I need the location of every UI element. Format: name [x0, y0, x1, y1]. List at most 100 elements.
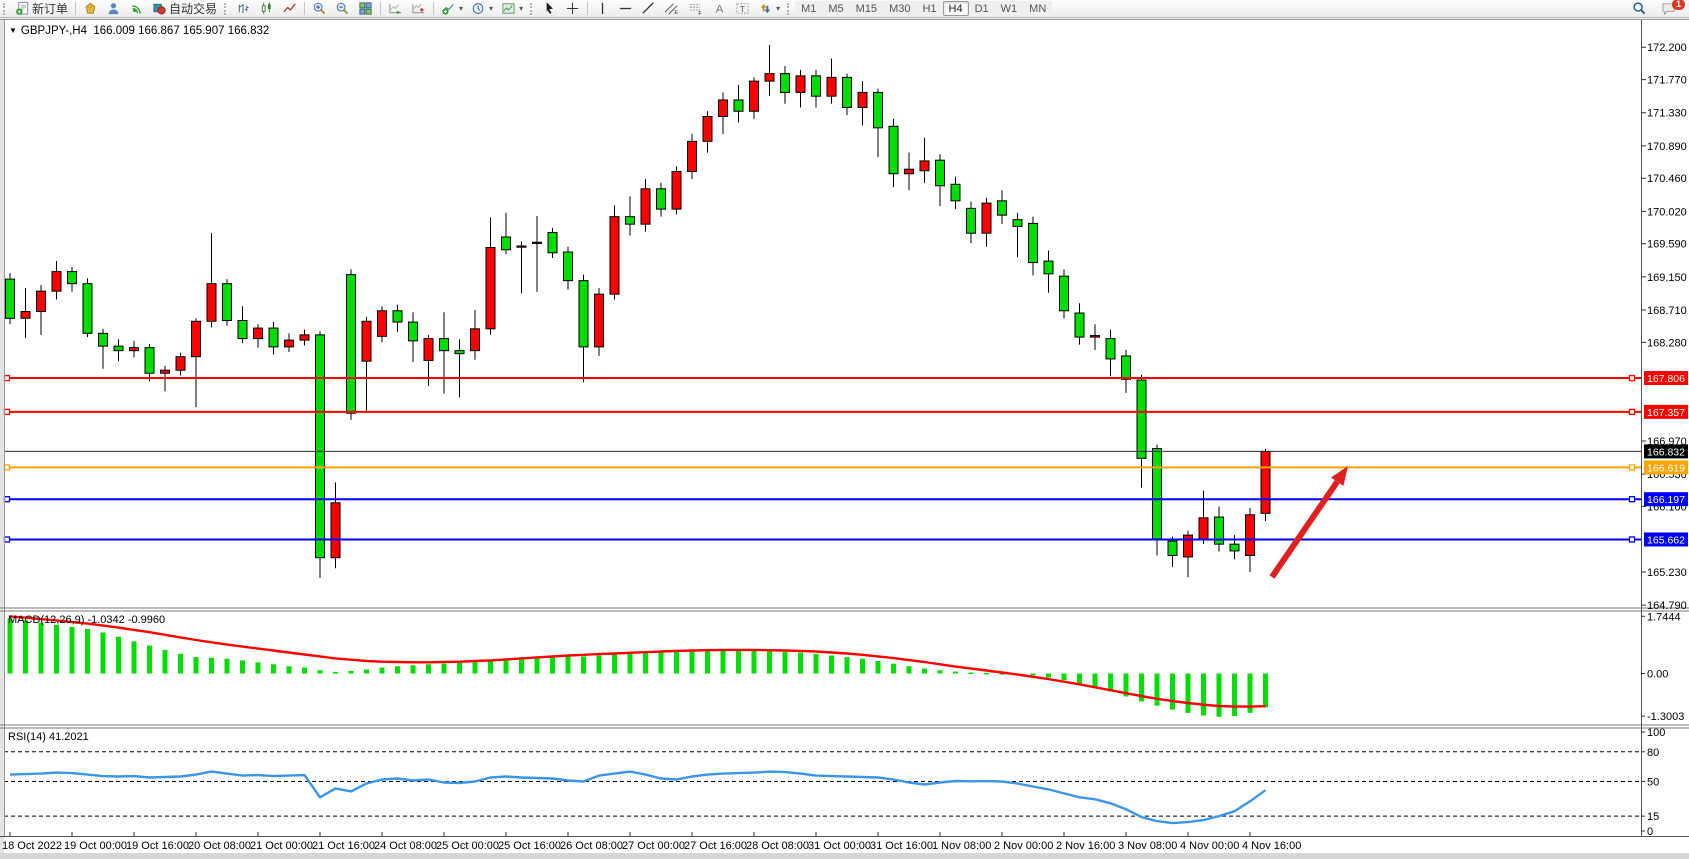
svg-text:26 Oct 08:00: 26 Oct 08:00 — [560, 840, 623, 852]
signals-button[interactable] — [125, 1, 148, 17]
svg-text:170.890: 170.890 — [1647, 141, 1687, 153]
svg-text:170.020: 170.020 — [1647, 206, 1687, 218]
toolbar-grip[interactable] — [530, 3, 534, 15]
svg-text:165.230: 165.230 — [1647, 567, 1687, 579]
text-icon: A — [712, 1, 727, 16]
autotrading-button[interactable]: 自动交易 — [148, 1, 221, 17]
svg-text:21 Oct 16:00: 21 Oct 16:00 — [312, 840, 375, 852]
vertical-line-button[interactable] — [591, 1, 614, 17]
svg-text:19 Oct 16:00: 19 Oct 16:00 — [126, 840, 189, 852]
search-button[interactable] — [1628, 1, 1651, 17]
text-label-button[interactable]: T — [731, 1, 754, 17]
zoom-in-button[interactable] — [308, 1, 331, 17]
timeframe-w1[interactable]: W1 — [995, 1, 1024, 16]
svg-text:-1.3003: -1.3003 — [1647, 711, 1684, 723]
svg-text:171.770: 171.770 — [1647, 75, 1687, 87]
zoom-out-icon — [335, 1, 350, 16]
timeframe-mn[interactable]: MN — [1023, 1, 1052, 16]
separator — [587, 2, 588, 15]
timeframe-m30[interactable]: M30 — [883, 1, 916, 16]
auto-scroll-button[interactable] — [384, 1, 407, 17]
toolbar-grip[interactable] — [224, 3, 228, 15]
candlestick-chart-button[interactable] — [255, 1, 278, 17]
line-chart-icon — [282, 1, 297, 16]
toolbar-group-chart: ▾ ▾ ▾ — [221, 0, 527, 17]
periods-button[interactable]: ▾ — [467, 1, 497, 17]
toolbar-grip[interactable] — [787, 3, 791, 15]
separator — [304, 2, 305, 15]
timeframe-m5[interactable]: M5 — [822, 1, 849, 16]
tile-windows-button[interactable] — [354, 1, 377, 17]
svg-text:2 Nov 16:00: 2 Nov 16:00 — [1056, 840, 1115, 852]
svg-text:100: 100 — [1647, 727, 1665, 739]
hline-handle[interactable] — [1630, 497, 1635, 502]
signal-icon — [129, 1, 144, 16]
market-button[interactable] — [79, 1, 102, 17]
community-button[interactable] — [102, 1, 125, 17]
notifications-button[interactable]: 1 — [1657, 1, 1681, 17]
line-chart-button[interactable] — [278, 1, 301, 17]
crosshair-button[interactable] — [561, 1, 584, 17]
equidistant-channel-button[interactable]: E — [660, 1, 684, 17]
indicators-icon — [441, 1, 456, 16]
user-icon — [106, 1, 121, 16]
trendline-icon — [641, 1, 656, 16]
separator — [433, 2, 434, 15]
svg-text:0: 0 — [1647, 826, 1653, 838]
chart-canvas[interactable]: 172.200171.770171.330170.890170.460170.0… — [0, 0, 1689, 859]
zoom-out-button[interactable] — [331, 1, 354, 17]
new-order-label: 新订单 — [32, 0, 68, 17]
hline-handle[interactable] — [1630, 376, 1635, 381]
svg-text:2 Nov 00:00: 2 Nov 00:00 — [994, 840, 1053, 852]
arrows-button[interactable]: ▾ — [754, 1, 784, 17]
separator — [75, 2, 76, 15]
fibonacci-icon: F — [688, 1, 704, 16]
chart-shift-button[interactable] — [407, 1, 430, 17]
hline-handle[interactable] — [5, 409, 10, 414]
svg-text:169.150: 169.150 — [1647, 272, 1687, 284]
hline-handle[interactable] — [5, 497, 10, 502]
templates-button[interactable]: ▾ — [497, 1, 527, 17]
timeframe-d1[interactable]: D1 — [969, 1, 995, 16]
chevron-down-icon: ▾ — [459, 4, 463, 13]
channel-icon: E — [664, 1, 680, 16]
cursor-icon — [542, 1, 557, 16]
toolbar-grip[interactable] — [3, 3, 7, 15]
hline-handle[interactable] — [5, 537, 10, 542]
hline-handle[interactable] — [1630, 409, 1635, 414]
svg-text:25 Oct 16:00: 25 Oct 16:00 — [498, 840, 561, 852]
svg-text:4 Nov 16:00: 4 Nov 16:00 — [1242, 840, 1301, 852]
text-button[interactable]: A — [708, 1, 731, 17]
svg-text:171.330: 171.330 — [1647, 108, 1687, 120]
hline-handle[interactable] — [5, 465, 10, 470]
svg-text:168.710: 168.710 — [1647, 305, 1687, 317]
hline-handle[interactable] — [1630, 537, 1635, 542]
template-icon — [501, 1, 516, 16]
timeframe-h4[interactable]: H4 — [943, 1, 969, 16]
chart-shift-icon — [411, 1, 426, 16]
hline-handle[interactable] — [1630, 465, 1635, 470]
clock-icon — [471, 1, 486, 16]
trendline-button[interactable] — [637, 1, 660, 17]
indicators-button[interactable]: ▾ — [437, 1, 467, 17]
svg-text:E: E — [674, 10, 678, 16]
svg-text:4 Nov 00:00: 4 Nov 00:00 — [1180, 840, 1239, 852]
chevron-down-icon: ▾ — [489, 4, 493, 13]
svg-text:169.590: 169.590 — [1647, 239, 1687, 251]
svg-text:168.280: 168.280 — [1647, 337, 1687, 349]
hline-handle[interactable] — [5, 376, 10, 381]
timeframe-h1[interactable]: H1 — [916, 1, 942, 16]
chevron-down-icon: ▾ — [519, 4, 523, 13]
timeframe-m15[interactable]: M15 — [850, 1, 883, 16]
timeframe-m1[interactable]: M1 — [795, 1, 822, 16]
svg-text:31 Oct 00:00: 31 Oct 00:00 — [808, 840, 871, 852]
zoom-in-icon — [312, 1, 327, 16]
new-order-button[interactable]: 新订单 — [11, 1, 72, 17]
svg-text:167.357: 167.357 — [1647, 407, 1685, 419]
fibonacci-button[interactable]: F — [684, 1, 708, 17]
cursor-button[interactable] — [538, 1, 561, 17]
bar-chart-button[interactable] — [232, 1, 255, 17]
arrows-icon — [758, 1, 773, 16]
horizontal-line-button[interactable] — [614, 1, 637, 17]
toolbar-group-right: 1 — [1628, 1, 1681, 17]
